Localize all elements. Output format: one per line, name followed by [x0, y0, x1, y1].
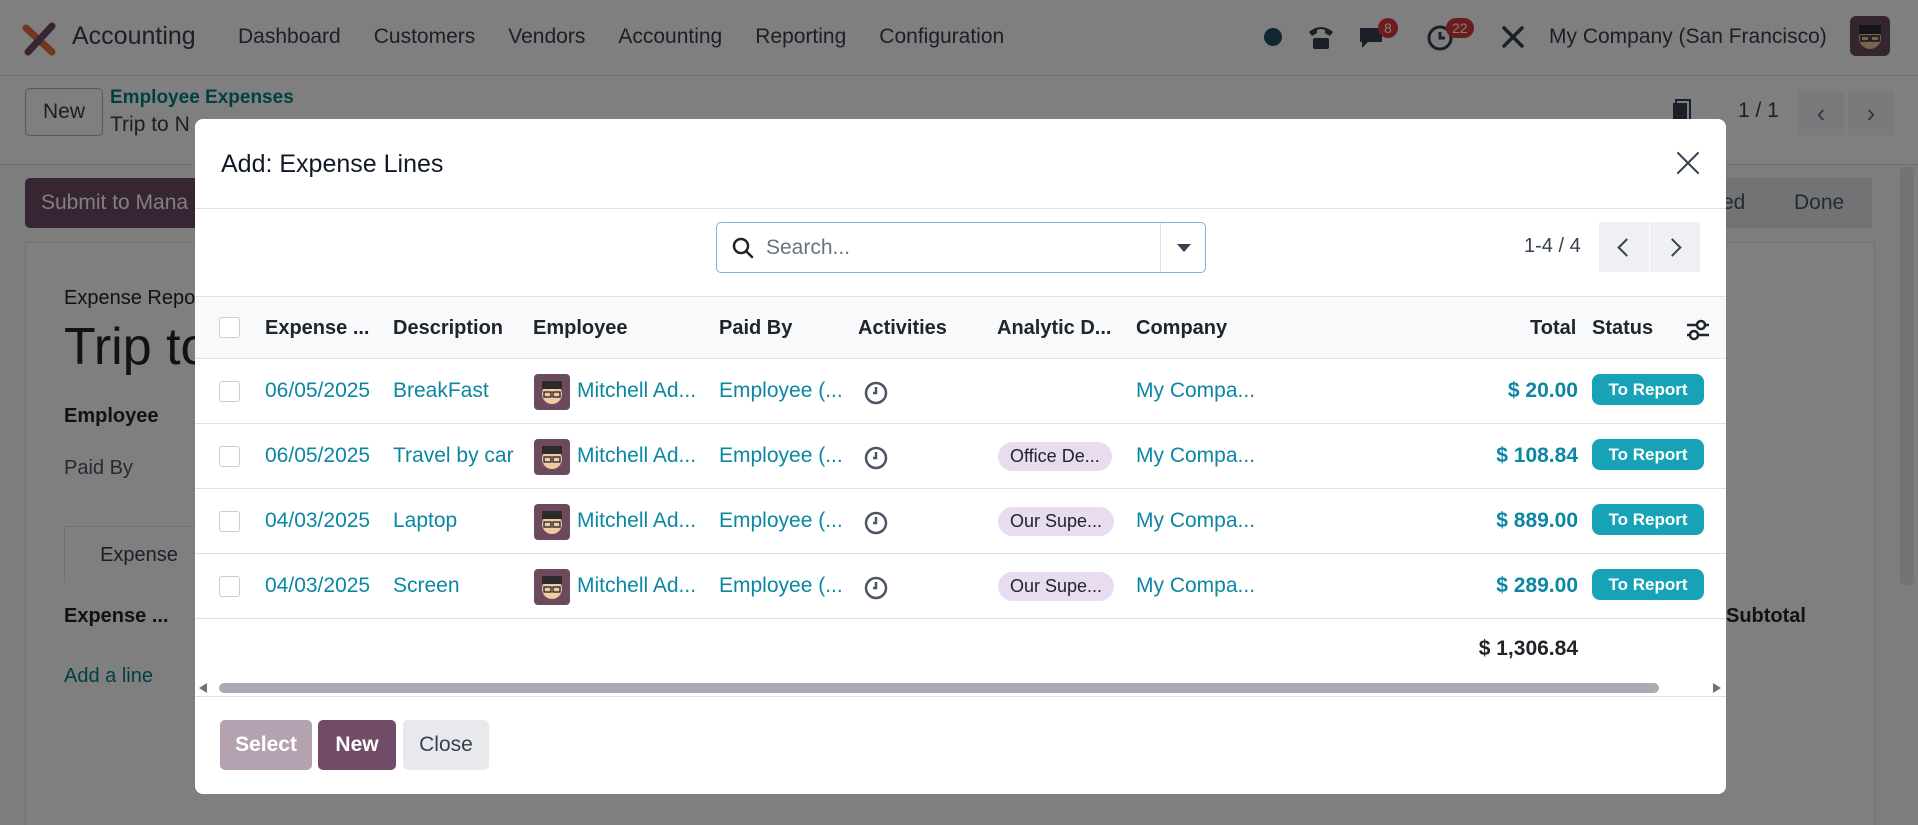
- row-description: Screen: [393, 574, 460, 597]
- row-paid-by: Employee (...: [719, 444, 843, 467]
- row-checkbox[interactable]: [219, 446, 240, 467]
- col-description[interactable]: Description: [393, 317, 503, 340]
- row-checkbox[interactable]: [219, 381, 240, 402]
- row-checkbox[interactable]: [219, 576, 240, 597]
- dialog-pager-prev[interactable]: [1599, 222, 1649, 272]
- row-date: 04/03/2025: [265, 574, 371, 597]
- caret-down-icon: [1176, 243, 1191, 252]
- close-button[interactable]: Close: [403, 720, 489, 770]
- select-all-checkbox[interactable]: [219, 317, 240, 338]
- status-badge: To Report: [1592, 439, 1704, 470]
- search-bar: [716, 222, 1206, 273]
- status-badge: To Report: [1592, 504, 1704, 535]
- status-badge: To Report: [1592, 569, 1704, 600]
- table-row[interactable]: 06/05/2025 Travel by car Mitchell Ad... …: [195, 425, 1726, 489]
- row-description: Laptop: [393, 509, 458, 532]
- dialog-title: Add: Expense Lines: [221, 150, 444, 178]
- row-employee[interactable]: Mitchell Ad...: [577, 509, 696, 533]
- chevron-left-icon: [1617, 237, 1636, 257]
- row-date: 04/03/2025: [265, 509, 371, 532]
- col-paid-by[interactable]: Paid By: [719, 317, 792, 340]
- employee-avatar: [534, 439, 570, 475]
- row-paid-by: Employee (...: [719, 379, 843, 402]
- employee-avatar: [534, 374, 570, 410]
- col-employee[interactable]: Employee: [533, 317, 627, 340]
- activity-clock-icon[interactable]: [864, 511, 888, 535]
- col-status[interactable]: Status: [1592, 317, 1653, 340]
- search-input[interactable]: [766, 231, 1146, 265]
- col-company[interactable]: Company: [1136, 317, 1227, 340]
- table-row[interactable]: 06/05/2025 BreakFast Mitchell Ad... Empl…: [195, 360, 1726, 424]
- activity-clock-icon[interactable]: [864, 381, 888, 405]
- analytic-tag: Our Supe...: [998, 572, 1115, 601]
- row-checkbox[interactable]: [219, 511, 240, 532]
- status-badge: To Report: [1592, 374, 1704, 405]
- scroll-left-icon[interactable]: [199, 683, 209, 693]
- activity-clock-icon[interactable]: [864, 446, 888, 470]
- col-activities[interactable]: Activities: [858, 317, 947, 340]
- dialog-pager[interactable]: 1-4 / 4: [1524, 235, 1581, 258]
- row-total: $ 20.00: [1507, 379, 1578, 402]
- col-total[interactable]: Total: [1530, 317, 1576, 340]
- dialog-pager-next[interactable]: [1650, 222, 1700, 272]
- add-expense-lines-dialog: Add: Expense Lines 1-4 / 4 Expense ... D…: [195, 119, 1726, 794]
- analytic-tag: Office De...: [998, 442, 1112, 471]
- search-icon: [732, 237, 754, 259]
- row-paid-by: Employee (...: [719, 574, 843, 597]
- activity-clock-icon[interactable]: [864, 576, 888, 600]
- row-company: My Compa...: [1136, 509, 1256, 532]
- table-header: Expense ... Description Employee Paid By…: [195, 296, 1726, 359]
- dialog-header: Add: Expense Lines: [195, 119, 1726, 209]
- chevron-right-icon: [1663, 237, 1682, 257]
- row-company: My Compa...: [1136, 379, 1256, 402]
- row-total: $ 108.84: [1496, 444, 1578, 467]
- close-icon[interactable]: [1671, 146, 1705, 180]
- scrollbar-thumb[interactable]: [219, 683, 1659, 693]
- table-row[interactable]: 04/03/2025 Screen Mitchell Ad... Employe…: [195, 555, 1726, 619]
- row-employee[interactable]: Mitchell Ad...: [577, 574, 696, 598]
- row-description: Travel by car: [393, 444, 514, 467]
- table-row[interactable]: 04/03/2025 Laptop Mitchell Ad... Employe…: [195, 490, 1726, 554]
- row-total: $ 289.00: [1496, 574, 1578, 597]
- row-company: My Compa...: [1136, 574, 1256, 597]
- new-button[interactable]: New: [318, 720, 396, 770]
- search-options-toggle[interactable]: [1160, 223, 1206, 272]
- row-paid-by: Employee (...: [719, 509, 843, 532]
- employee-avatar: [534, 504, 570, 540]
- row-company: My Compa...: [1136, 444, 1256, 467]
- optional-columns-icon[interactable]: [1685, 319, 1711, 341]
- row-description: BreakFast: [393, 379, 489, 402]
- row-date: 06/05/2025: [265, 444, 371, 467]
- row-total: $ 889.00: [1496, 509, 1578, 532]
- analytic-tag: Our Supe...: [998, 507, 1115, 536]
- col-expense-date[interactable]: Expense ...: [265, 317, 370, 340]
- scroll-right-icon[interactable]: [1711, 683, 1721, 693]
- horizontal-scrollbar[interactable]: [195, 679, 1726, 697]
- select-button[interactable]: Select: [220, 720, 312, 770]
- grand-total: $ 1,306.84: [1478, 637, 1578, 660]
- employee-avatar: [534, 569, 570, 605]
- row-employee[interactable]: Mitchell Ad...: [577, 444, 696, 468]
- row-date: 06/05/2025: [265, 379, 371, 402]
- col-analytic[interactable]: Analytic D...: [997, 317, 1111, 340]
- row-employee[interactable]: Mitchell Ad...: [577, 379, 696, 403]
